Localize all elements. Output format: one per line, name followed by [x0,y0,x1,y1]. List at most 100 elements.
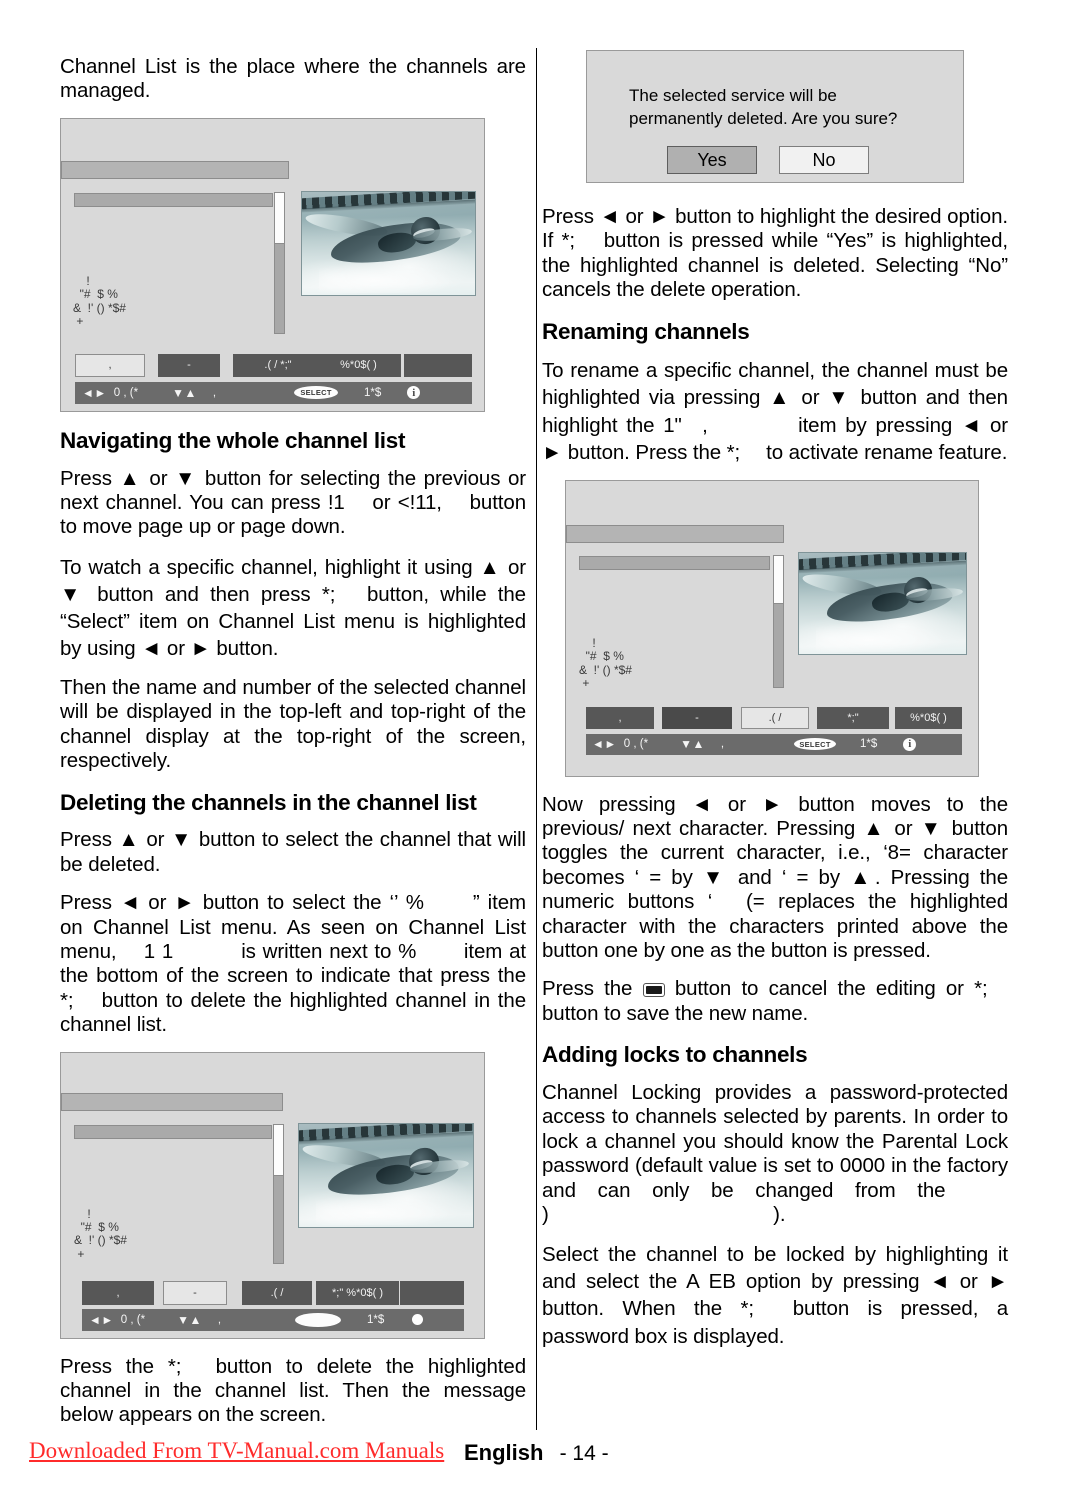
statusbar-updown-label: , [217,1313,222,1326]
heading-renaming: Renaming channels [542,318,750,344]
statusbar-leftright-group: ◄► 0 , (* [89,1313,145,1327]
statusbar-leftright-label: 0 , (* [113,386,139,399]
rename-para-3-before: Press the [542,977,643,1001]
osd-menu-garbled-text: ! "# $ % & !' () *$# + [73,273,126,329]
osd-menu-garbled-text: ! "# $ % & !' () *$# + [579,635,632,690]
osd-screenshot-channel-list: ! "# $ % & !' () *$# + , - .( / *;" %*0$… [60,117,485,412]
statusbar-leftright-label: 0 , (* [623,738,649,751]
confirm-no-button[interactable]: No [779,146,869,175]
delete-paragraph-1: Press ▲ or ▼ button to select the channe… [60,828,526,876]
osd-button-3[interactable]: .( / [242,1280,312,1305]
osd-button-2[interactable]: - [163,1280,227,1305]
osd-button-2[interactable]: - [662,706,732,729]
osd-screenshot-delete: ! "# $ % & !' () *$# + , - .( / *;" %*0$… [60,1051,485,1339]
statusbar-ok-label: 1*$ [367,1313,385,1326]
heading-navigating: Navigating the whole channel list [60,427,406,453]
osd-statusbar: ◄► 0 , (* ▼▲ , SELECT 1*$ i [586,733,962,755]
osd-titlebar [61,160,289,179]
cancel-button-icon [642,983,665,998]
osd-statusbar: ◄► 0 , (* ▼▲ , 1*$ [82,1308,464,1331]
intro-paragraph: Channel List is the place where the chan… [60,55,526,103]
column-divider [536,48,537,1430]
left-column: Channel List is the place where the chan… [60,55,526,1442]
osd-button-1[interactable]: , [75,353,145,377]
select-button-badge[interactable]: SELECT [794,738,837,751]
osd-highlighted-row [579,555,770,570]
osd-button-3[interactable]: .( / *;" [233,353,323,377]
left-right-arrow-icon: ◄► [592,737,617,752]
delete-confirm-dialog: The selected service will be permanently… [586,50,964,183]
select-button-badge[interactable]: SELECT [294,386,339,400]
water-foam [815,621,950,652]
osd-preview-image [298,1122,474,1228]
osd-scrollbar-thumb[interactable] [275,192,284,244]
page-label: English - 14 - [464,1440,609,1466]
osd-statusbar: ◄► 0 , (* ▼▲ , SELECT 1*$ i [75,381,472,404]
info-icon[interactable]: i [903,737,917,751]
page-footer: Downloaded From TV-Manual.com Manuals En… [0,1438,1080,1478]
osd-button-1[interactable]: , [586,706,654,729]
confirm-yes-button[interactable]: Yes [667,146,757,175]
statusbar-leftright-label: 0 , (* [120,1313,146,1326]
osd-scrollbar[interactable] [773,554,784,688]
osd-menu-garbled-text: ! "# $ % & !' () *$# + [74,1206,127,1261]
info-icon[interactable]: i [407,386,421,400]
osd-scrollbar[interactable] [273,1123,284,1264]
lock-paragraph-1: Channel Locking provides a password-prot… [542,1081,1008,1226]
water-foam [319,261,458,293]
up-down-arrow-icon: ▼▲ [177,1312,202,1327]
osd-titlebar [566,524,784,543]
statusbar-ok-label: 1*$ [860,738,878,751]
delete-paragraph-3: Press the *; button to delete the highli… [60,1354,526,1427]
left-right-arrow-icon: ◄► [82,385,107,400]
heading-deleting: Deleting the channels in the channel lis… [60,789,477,815]
statusbar-updown-group: ▼▲ , [680,737,724,751]
osd-button-2[interactable]: - [158,353,220,377]
heading-locks: Adding locks to channels [542,1042,808,1068]
statusbar-updown-group: ▼▲ , [172,386,216,400]
up-down-arrow-icon: ▼▲ [680,737,705,752]
rename-paragraph-1: To rename a specific channel, the channe… [542,359,1008,464]
osd-button-5[interactable] [400,1280,464,1305]
rename-paragraph-3: Press the button to cancel the editing o… [542,977,1008,1026]
download-watermark: Downloaded From TV-Manual.com Manuals [29,1438,445,1463]
statusbar-leftright-group: ◄► 0 , (* [82,386,138,400]
manual-page: Channel List is the place where the chan… [0,0,1080,1512]
osd-button-4[interactable]: *;" %*0$( ) [316,1280,399,1305]
water-foam [316,1193,456,1225]
nav-paragraph-2: To watch a specific channel, highlight i… [60,555,526,660]
osd-button-5[interactable]: %*0$( ) [895,706,962,729]
osd-button-4[interactable]: %*0$( ) [316,353,401,377]
nav-paragraph-3: Then the name and number of the selected… [60,676,526,773]
page-number: - 14 - [559,1442,609,1465]
lock-paragraph-2: Select the channel to be locked by highl… [542,1243,1008,1348]
osd-preview-image [301,190,476,296]
select-button-badge[interactable] [295,1312,342,1327]
statusbar-updown-label: , [720,738,725,751]
confirm-button-row: Yes No [587,146,963,175]
osd-preview-image [798,551,967,655]
osd-scrollbar-thumb[interactable] [274,1124,283,1176]
statusbar-leftright-group: ◄► 0 , (* [592,737,648,751]
statusbar-updown-group: ▼▲ , [177,1313,221,1327]
delete-paragraph-2: Press ◄ or ► button to select the ‘’ % ”… [60,891,526,1037]
record-dot-icon[interactable] [412,1314,424,1326]
confirm-paragraph: Press ◄ or ► button to highlight the des… [542,205,1008,302]
osd-scrollbar[interactable] [274,191,285,334]
up-down-arrow-icon: ▼▲ [172,385,197,400]
osd-scrollbar-thumb[interactable] [774,555,783,604]
osd-button-1[interactable]: , [82,1280,154,1305]
statusbar-ok-label: 1*$ [364,386,382,399]
right-column: The selected service will be permanently… [542,50,1008,1364]
language-label: English [464,1440,544,1465]
rename-paragraph-2: Now pressing ◄ or ► button moves to the … [542,792,1008,962]
osd-button-5[interactable] [404,353,472,377]
osd-screenshot-rename: ! "# $ % & !' () *$# + , - .( / *;" %*0$… [565,479,979,777]
left-right-arrow-icon: ◄► [89,1312,114,1327]
osd-button-3[interactable]: .( / [741,706,809,729]
confirm-message: The selected service will be permanently… [629,86,898,128]
osd-highlighted-row [74,1124,272,1139]
statusbar-updown-label: , [212,386,217,399]
osd-button-4[interactable]: *;" [817,706,889,729]
osd-highlighted-row [74,192,273,207]
